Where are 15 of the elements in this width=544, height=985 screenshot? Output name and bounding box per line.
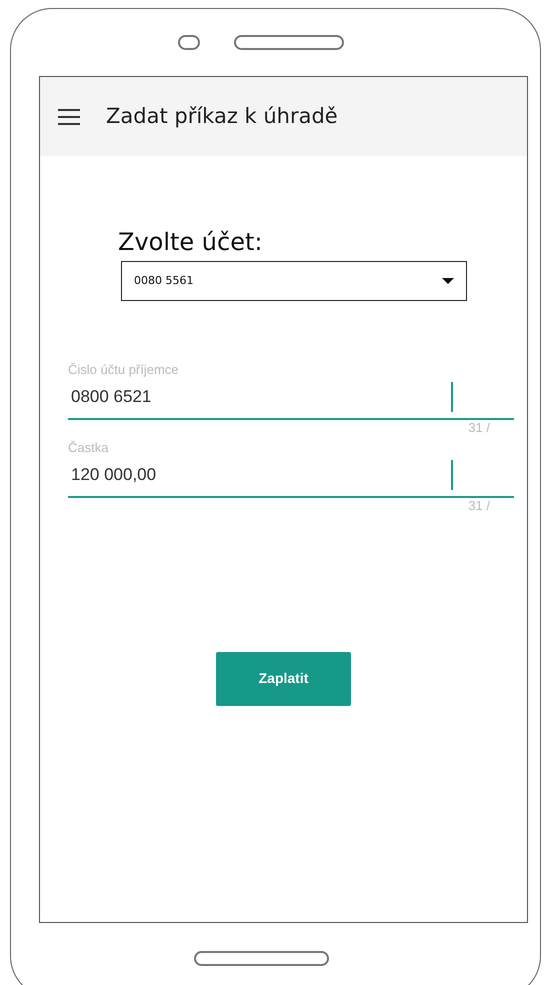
screen-title: Zadat příkaz k úhradě	[106, 102, 338, 130]
account-label: Zvolte účet:	[118, 228, 264, 257]
character-counter: 31 /	[468, 420, 490, 435]
camera-icon	[178, 35, 200, 50]
pay-button[interactable]: Zaplatit	[216, 652, 351, 706]
speaker-icon	[234, 35, 344, 50]
home-button[interactable]	[194, 950, 329, 966]
account-dropdown[interactable]: 0080 5561	[121, 260, 467, 301]
character-counter: 31 /	[468, 498, 490, 513]
field-label: Čislo účtu příjemce	[68, 362, 180, 376]
input-field[interactable]: 120 000,00	[68, 454, 514, 498]
field-label: Častka	[68, 440, 110, 454]
caret-icon	[442, 278, 454, 284]
menu-icon[interactable]	[58, 108, 80, 124]
input-field[interactable]: 0800 6521	[68, 376, 514, 420]
